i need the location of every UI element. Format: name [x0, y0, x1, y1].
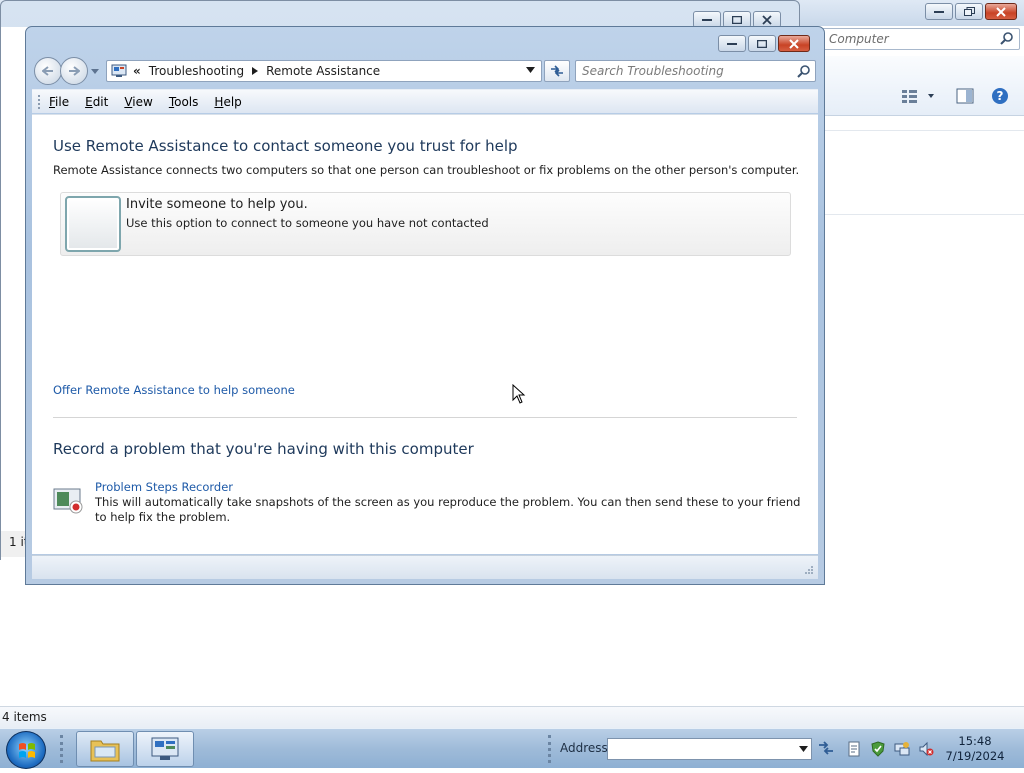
chevron-down-icon[interactable] [526, 67, 535, 73]
breadcrumb-remote-assistance[interactable]: Remote Assistance [266, 64, 380, 78]
maximize-button[interactable] [748, 35, 776, 52]
page-description: Remote Assistance connects two computers… [53, 163, 800, 177]
page-title: Use Remote Assistance to contact someone… [53, 137, 518, 155]
restore-button[interactable] [955, 3, 983, 20]
section-divider [53, 417, 797, 418]
refresh-button[interactable] [544, 60, 570, 82]
menu-file[interactable]: File [49, 95, 69, 109]
divider [820, 214, 1024, 215]
divider [820, 130, 1024, 131]
background-search-box[interactable]: Computer [820, 28, 1020, 50]
explorer-status-bar: 4 items [0, 706, 1024, 728]
invite-someone-option[interactable]: Invite someone to help you. Use this opt… [60, 192, 791, 256]
problem-steps-recorder-icon [53, 488, 83, 514]
address-toolbar-label: Address [560, 741, 608, 755]
refresh-icon [551, 65, 563, 77]
breadcrumb-troubleshooting[interactable]: Troubleshooting [149, 64, 244, 78]
menu-tools[interactable]: Tools [169, 95, 199, 109]
preview-pane-icon[interactable] [956, 88, 974, 104]
taskbar-grip[interactable] [60, 735, 64, 763]
views-icon[interactable] [900, 88, 936, 104]
problem-steps-recorder-description: This will automatically take snapshots o… [95, 495, 801, 524]
remote-assistance-window: « Troubleshooting Remote Assistance Sear… [25, 26, 825, 585]
search-placeholder: Search Troubleshooting [582, 64, 724, 78]
notification-document-icon[interactable] [846, 741, 862, 757]
problem-steps-recorder-link[interactable]: Problem Steps Recorder [95, 480, 233, 494]
clock-date: 7/19/2024 [945, 749, 1005, 763]
menu-bar: File Edit View Tools Help [32, 89, 818, 113]
system-clock[interactable]: 15:48 7/19/2024 [940, 734, 1010, 764]
control-panel-icon [111, 64, 127, 77]
address-bar[interactable]: « Troubleshooting Remote Assistance [106, 60, 542, 82]
mouse-cursor-icon [512, 384, 526, 404]
forward-arrow-icon [69, 66, 80, 76]
window-status-bar [32, 555, 818, 579]
forward-button[interactable] [60, 57, 88, 85]
window-controls [718, 35, 810, 52]
background-search-placeholder: Computer [829, 32, 889, 46]
invite-option-title: Invite someone to help you. [126, 197, 308, 212]
back-button[interactable] [34, 57, 62, 85]
menu-grip [38, 94, 41, 109]
history-dropdown-icon[interactable] [91, 67, 99, 75]
clock-time: 15:48 [958, 734, 992, 748]
breadcrumb-overflow[interactable]: « [133, 64, 141, 78]
network-icon[interactable] [894, 741, 910, 757]
address-toolbar-input[interactable] [607, 738, 812, 760]
menu-view[interactable]: View [124, 95, 152, 109]
background-window-controls [925, 3, 1017, 20]
close-button[interactable] [778, 35, 810, 52]
minimize-button[interactable] [925, 3, 953, 20]
chevron-down-icon[interactable] [799, 746, 808, 752]
svg-text:?: ? [997, 89, 1004, 103]
menu-help[interactable]: Help [214, 95, 241, 109]
help-icon[interactable]: ? [991, 87, 1009, 105]
invite-icon [65, 196, 121, 252]
record-problem-heading: Record a problem that you're having with… [53, 440, 474, 458]
folder-icon [90, 740, 120, 762]
toolbar-grip[interactable] [548, 735, 552, 763]
navigation-bar: « Troubleshooting Remote Assistance Sear… [34, 57, 816, 85]
chevron-right-icon[interactable] [252, 67, 259, 75]
resize-grip-icon[interactable] [804, 565, 814, 575]
minimize-button[interactable] [718, 35, 746, 52]
control-panel-icon [151, 737, 179, 760]
search-input[interactable]: Search Troubleshooting [575, 60, 816, 82]
menu-edit[interactable]: Edit [85, 95, 108, 109]
taskbar: Address 15:48 7/19/2024 [0, 728, 1024, 769]
start-button[interactable] [6, 731, 46, 769]
volume-muted-icon[interactable] [918, 741, 934, 757]
close-button[interactable] [985, 3, 1017, 20]
go-refresh-icon[interactable] [817, 739, 835, 757]
taskbar-explorer-button[interactable] [76, 731, 134, 767]
offer-remote-assistance-link[interactable]: Offer Remote Assistance to help someone [53, 383, 295, 397]
security-shield-icon[interactable] [870, 741, 886, 757]
windows-logo-icon [19, 743, 35, 758]
taskbar-control-panel-button[interactable] [136, 731, 194, 767]
search-icon[interactable] [797, 64, 811, 78]
search-icon[interactable] [999, 31, 1015, 47]
content-pane: Use Remote Assistance to contact someone… [32, 114, 818, 554]
back-arrow-icon [42, 66, 53, 76]
invite-option-subtitle: Use this option to connect to someone yo… [126, 216, 489, 230]
